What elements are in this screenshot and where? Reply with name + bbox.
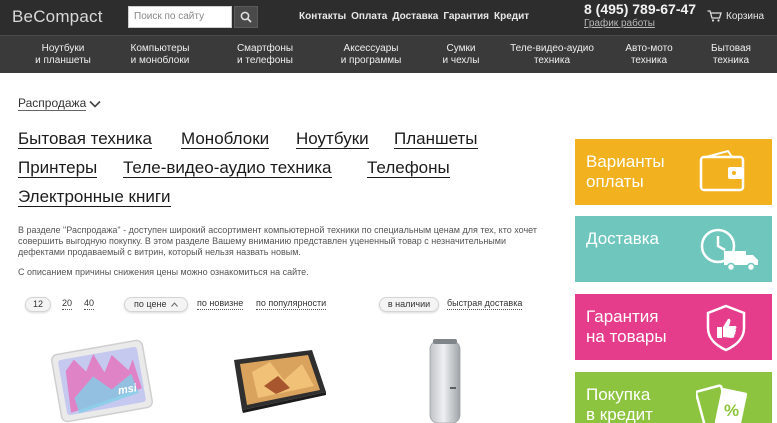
fast-delivery-filter[interactable]: быстрая доставка bbox=[447, 298, 523, 310]
search-icon bbox=[240, 11, 252, 23]
product-image-tablet-msi[interactable]: msi bbox=[44, 335, 156, 423]
chevron-down-icon bbox=[89, 100, 101, 108]
category-link-printers[interactable]: Принтеры bbox=[18, 158, 98, 178]
category-nav: Ноутбуки и планшеты Компьютеры и моноблоки… bbox=[0, 35, 777, 73]
nav-item-bags[interactable]: Сумки и чехлы bbox=[437, 43, 485, 67]
nav-item-laptops[interactable]: Ноутбуки и планшеты bbox=[33, 43, 93, 67]
wallet-icon bbox=[699, 149, 745, 192]
link-payment[interactable]: Оплата bbox=[351, 11, 387, 22]
category-link-phones[interactable]: Телефоны bbox=[367, 158, 450, 178]
category-link-monoblocks[interactable]: Моноблоки bbox=[181, 129, 270, 149]
promo-warranty[interactable]: Гарантия на товары bbox=[575, 294, 772, 360]
search-button[interactable] bbox=[234, 6, 258, 28]
phone-number: 8 (495) 789-67-47 bbox=[584, 1, 697, 17]
sort-by-price-label: по цене bbox=[134, 299, 167, 309]
svg-text:%: % bbox=[724, 401, 739, 420]
nav-item-accessories[interactable]: Аксессуары и программы bbox=[337, 43, 405, 67]
category-link-ebooks[interactable]: Электронные книги bbox=[18, 187, 171, 207]
shield-thumb-icon bbox=[706, 304, 746, 352]
top-links: Контакты Оплата Доставка Гарантия Кредит bbox=[299, 11, 529, 22]
search-input[interactable]: Поиск по сайту bbox=[128, 6, 232, 28]
per-page-40[interactable]: 40 bbox=[84, 298, 95, 310]
product-image-tablet-dark[interactable] bbox=[218, 342, 330, 421]
category-link-household[interactable]: Бытовая техника bbox=[18, 129, 152, 149]
link-credit[interactable]: Кредит bbox=[494, 11, 529, 22]
nav-item-computers[interactable]: Компьютеры и моноблоки bbox=[126, 43, 194, 67]
chevron-up-icon bbox=[171, 302, 178, 307]
sale-filter-dropdown[interactable]: Распродажа bbox=[18, 96, 101, 111]
sort-by-new[interactable]: по новизне bbox=[197, 298, 244, 310]
sort-by-popularity[interactable]: по популярности bbox=[256, 298, 327, 310]
promo-payment-options[interactable]: Варианты оплаты bbox=[575, 139, 772, 205]
schedule-link[interactable]: График работы bbox=[584, 18, 655, 29]
section-note: С описанием причины снижения цены можно … bbox=[18, 267, 309, 277]
sale-filter-label: Распродажа bbox=[18, 96, 87, 111]
nav-item-smartphones[interactable]: Смартфоны и телефоны bbox=[233, 43, 297, 67]
promo-credit[interactable]: Покупка в кредит % bbox=[575, 372, 772, 423]
delivery-truck-icon bbox=[700, 228, 758, 272]
sort-by-price-button[interactable]: по цене bbox=[124, 297, 188, 312]
link-delivery[interactable]: Доставка bbox=[392, 11, 438, 22]
top-bar: BeCompact Поиск по сайту Контакты Оплата… bbox=[0, 0, 777, 35]
category-link-tablets[interactable]: Планшеты bbox=[394, 129, 478, 149]
category-link-laptops[interactable]: Ноутбуки bbox=[296, 129, 369, 149]
cart-icon bbox=[707, 10, 722, 22]
in-stock-filter[interactable]: в наличии bbox=[379, 297, 439, 312]
nav-item-household[interactable]: Бытовая техника bbox=[706, 43, 756, 67]
link-contacts[interactable]: Контакты bbox=[299, 11, 346, 22]
product-image-water-heater[interactable] bbox=[427, 335, 463, 423]
promo-delivery[interactable]: Доставка bbox=[575, 216, 772, 282]
cart-link[interactable]: Корзина bbox=[707, 10, 764, 22]
percent-card-icon: % bbox=[696, 384, 748, 423]
per-page-20[interactable]: 20 bbox=[62, 298, 73, 310]
link-warranty[interactable]: Гарантия bbox=[443, 11, 489, 22]
site-logo[interactable]: BeCompact bbox=[12, 7, 103, 27]
category-link-tv-video-audio[interactable]: Теле-видео-аудио техника bbox=[123, 158, 332, 178]
nav-item-auto-moto[interactable]: Авто-мото техника bbox=[620, 43, 678, 67]
per-page-12[interactable]: 12 bbox=[25, 297, 51, 312]
cart-label: Корзина bbox=[726, 10, 765, 22]
section-description: В разделе "Распродажа" - доступен широки… bbox=[18, 225, 537, 257]
nav-item-tv-video-audio[interactable]: Теле-видео-аудио техника bbox=[507, 43, 597, 67]
